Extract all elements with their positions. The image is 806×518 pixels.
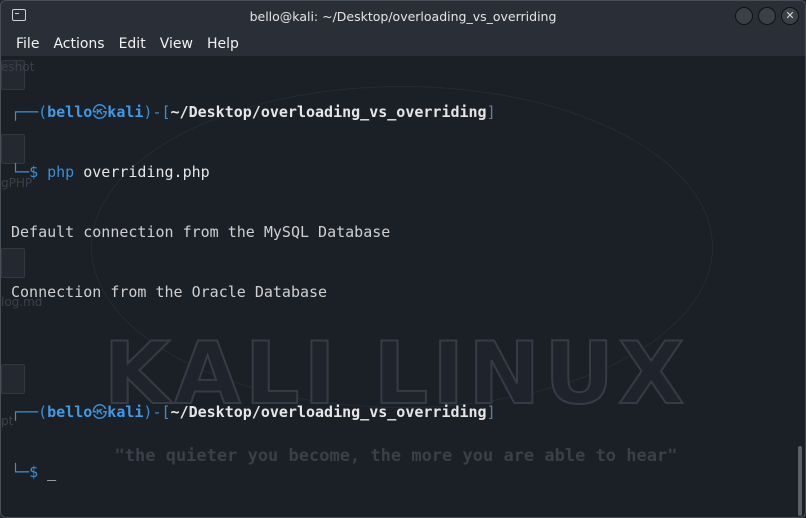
menu-file[interactable]: File — [9, 36, 46, 52]
text-cursor: _ — [47, 463, 57, 481]
prompt-line-1: ┌──(bello㉿kali)-[~/Desktop/overloading_v… — [11, 103, 496, 121]
scrollbar[interactable] — [798, 446, 802, 516]
close-button[interactable]: ✕ — [781, 7, 799, 25]
terminal-area[interactable]: eshot gPHP log.md pt KALI LINUX "the qui… — [1, 56, 805, 517]
terminal-app-icon — [12, 9, 26, 21]
terminal-window: bello@kali: ~/Desktop/overloading_vs_ove… — [0, 0, 806, 518]
minimize-button[interactable] — [735, 7, 753, 25]
window-title: bello@kali: ~/Desktop/overloading_vs_ove… — [249, 9, 557, 24]
menu-bar: File Actions Edit View Help — [1, 32, 805, 56]
menu-actions[interactable]: Actions — [46, 36, 111, 52]
menu-view[interactable]: View — [153, 36, 200, 52]
title-bar[interactable]: bello@kali: ~/Desktop/overloading_vs_ove… — [1, 1, 805, 32]
command-line-1: └─$ php overriding.php — [11, 163, 210, 181]
maximize-button[interactable] — [758, 7, 776, 25]
menu-edit[interactable]: Edit — [112, 36, 153, 52]
terminal-output: ┌──(bello㉿kali)-[~/Desktop/overloading_v… — [11, 62, 785, 517]
window-controls: ✕ — [735, 7, 799, 25]
menu-help[interactable]: Help — [200, 36, 246, 52]
output-line: Default connection from the MySQL Databa… — [11, 223, 391, 241]
prompt-line-2: ┌──(bello㉿kali)-[~/Desktop/overloading_v… — [11, 403, 496, 421]
output-line: Connection from the Oracle Database — [11, 283, 328, 301]
command-line-2[interactable]: └─$ _ — [11, 462, 785, 482]
